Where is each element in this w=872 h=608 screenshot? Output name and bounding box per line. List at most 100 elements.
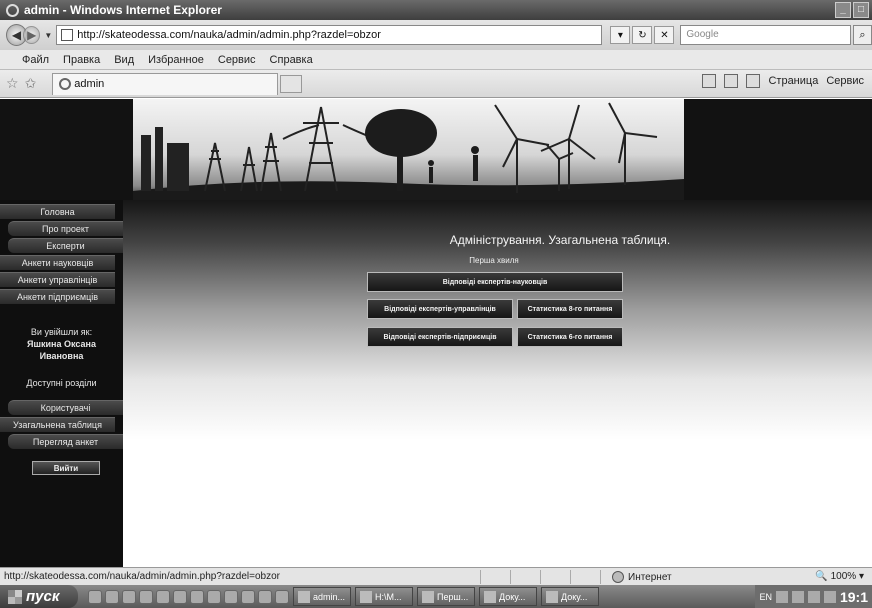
address-dropdown-icon[interactable]: ▾	[610, 26, 631, 44]
command-bar: Страница Сервис	[702, 74, 864, 88]
status-divider	[510, 570, 511, 584]
menu-tools[interactable]: Сервис	[218, 54, 256, 66]
menu-file[interactable]: Файл	[22, 54, 49, 66]
tab-admin[interactable]: admin	[52, 72, 279, 95]
quick-launch-icon[interactable]	[173, 589, 187, 604]
forward-button[interactable]: ▶	[23, 26, 41, 44]
internet-globe-icon	[612, 571, 624, 583]
language-indicator[interactable]: EN	[759, 592, 772, 602]
menu-edit[interactable]: Правка	[63, 54, 100, 66]
tray-icon[interactable]	[807, 590, 820, 603]
logged-in-label: Ви увійшли як:	[30, 327, 93, 337]
menu-view[interactable]: Вид	[114, 54, 134, 66]
user-name: Яшкина Оксана Ивановна	[0, 338, 123, 362]
menu-help[interactable]: Справка	[270, 54, 313, 66]
address-toolbar: ◀ ▶ ▼ http://skateodessa.com/nauka/admin…	[0, 20, 872, 50]
word-icon	[484, 590, 496, 603]
feeds-icon[interactable]	[724, 74, 739, 88]
security-zone: Интернет	[612, 571, 672, 583]
quick-launch-icon[interactable]	[190, 589, 204, 604]
sidebar: Головна Про проект Експерти Анкети науко…	[0, 200, 123, 567]
tools-menu[interactable]: Сервис	[826, 75, 864, 87]
tray-icon[interactable]	[775, 590, 788, 603]
quick-launch-icon[interactable]	[207, 589, 221, 604]
add-favorites-icon[interactable]: ✩	[25, 75, 37, 92]
quick-launch-icon[interactable]	[258, 589, 272, 604]
task-label: Перш...	[437, 591, 469, 602]
landscape-illustration	[133, 102, 684, 200]
user-name-text: Яшкина Оксана Ивановна	[27, 339, 96, 361]
sidebar-item-entrepreneurs-forms[interactable]: Анкети підприємців	[0, 289, 115, 304]
taskbar-item-folder[interactable]: H:\M...	[355, 587, 413, 606]
maximize-button[interactable]: □	[853, 2, 869, 18]
address-tools: ▾ ↻ ✕	[610, 26, 675, 44]
status-url: http://skateodessa.com/nauka/admin/admin…	[4, 571, 281, 582]
menu-bar: Файл Правка Вид Избранное Сервис Справка	[0, 50, 872, 70]
taskbar: пуск admin... H:\M... Перш... Доку... До…	[0, 585, 872, 608]
sidebar-item-view-forms[interactable]: Перегляд анкет	[8, 434, 123, 449]
clock[interactable]: 19:1	[840, 589, 868, 605]
search-icon[interactable]: ⌕	[852, 25, 872, 45]
taskbar-item-admin[interactable]: admin...	[293, 587, 351, 606]
status-bar: http://skateodessa.com/nauka/admin/admin…	[0, 567, 872, 585]
managers-answers-button[interactable]: Відповіді експертів-управлінців	[367, 299, 513, 319]
folder-icon	[360, 590, 372, 603]
sidebar-item-summary-table[interactable]: Узагальнена таблиця	[0, 417, 115, 432]
quick-launch-icon[interactable]	[122, 589, 136, 604]
logout-button[interactable]: Вийти	[32, 461, 100, 475]
sidebar-item-managers-forms[interactable]: Анкети управлінців	[0, 272, 115, 287]
ie-logo-icon	[6, 3, 19, 17]
quick-launch-icon[interactable]	[139, 589, 153, 604]
sidebar-item-about[interactable]: Про проект	[8, 221, 123, 236]
stop-icon[interactable]: ✕	[654, 26, 675, 44]
quick-launch-icon[interactable]	[275, 589, 289, 604]
menu-favorites[interactable]: Избранное	[148, 54, 204, 66]
home-icon[interactable]	[702, 74, 717, 88]
quick-launch-icon[interactable]	[156, 589, 170, 604]
stats-q6-button[interactable]: Статистика 6-го питання	[517, 327, 623, 347]
quick-launch-icon[interactable]	[241, 589, 255, 604]
tab-ie-icon	[59, 78, 72, 90]
new-tab-button[interactable]	[280, 74, 303, 93]
volume-icon[interactable]	[823, 590, 836, 603]
windows-flag-icon	[8, 589, 22, 604]
page-menu[interactable]: Страница	[768, 75, 818, 87]
window-controls: _ □	[835, 2, 869, 18]
search-input[interactable]: Google	[680, 25, 851, 45]
task-label: Доку...	[499, 591, 526, 602]
favorites-star-icon[interactable]: ☆	[6, 75, 19, 92]
task-label: Доку...	[561, 591, 588, 602]
tray-icon[interactable]	[791, 590, 804, 603]
quick-launch-icon[interactable]	[224, 589, 238, 604]
taskbar-item-doc2[interactable]: Доку...	[479, 587, 537, 606]
quick-launch-icon[interactable]	[88, 589, 102, 604]
system-tray: EN 19:1	[755, 585, 872, 608]
sidebar-item-users[interactable]: Користувачі	[8, 400, 123, 415]
site-banner	[0, 99, 872, 200]
taskbar-item-doc1[interactable]: Перш...	[417, 587, 475, 606]
stats-q8-button[interactable]: Статистика 8-го питання	[517, 299, 623, 319]
status-divider	[540, 570, 541, 584]
print-icon[interactable]	[746, 74, 761, 88]
entrepreneurs-answers-button[interactable]: Відповіді експертів-підприємців	[367, 327, 513, 347]
status-divider	[570, 570, 571, 584]
page-icon	[61, 29, 74, 41]
zone-label: Интернет	[628, 571, 672, 583]
refresh-icon[interactable]: ↻	[632, 26, 653, 44]
window-titlebar: admin - Windows Internet Explorer _ □	[0, 0, 872, 20]
start-label: пуск	[26, 588, 60, 605]
zoom-level[interactable]: 🔍 100% ▾	[815, 571, 864, 582]
recent-pages-dropdown-icon[interactable]: ▼	[44, 31, 52, 40]
minimize-button[interactable]: _	[835, 2, 851, 18]
sidebar-item-scientists-forms[interactable]: Анкети науковців	[0, 255, 115, 270]
taskbar-item-doc3[interactable]: Доку...	[541, 587, 599, 606]
banner-image	[133, 99, 684, 200]
start-button[interactable]: пуск	[0, 585, 78, 608]
status-divider	[600, 570, 601, 584]
address-input[interactable]: http://skateodessa.com/nauka/admin/admin…	[56, 25, 603, 45]
sidebar-item-experts[interactable]: Експерти	[8, 238, 123, 253]
zoom-value: 100%	[830, 571, 857, 582]
sidebar-item-home[interactable]: Головна	[0, 204, 115, 219]
scientists-answers-button[interactable]: Відповіді експертів-науковців	[367, 272, 623, 292]
quick-launch-icon[interactable]	[105, 589, 119, 604]
